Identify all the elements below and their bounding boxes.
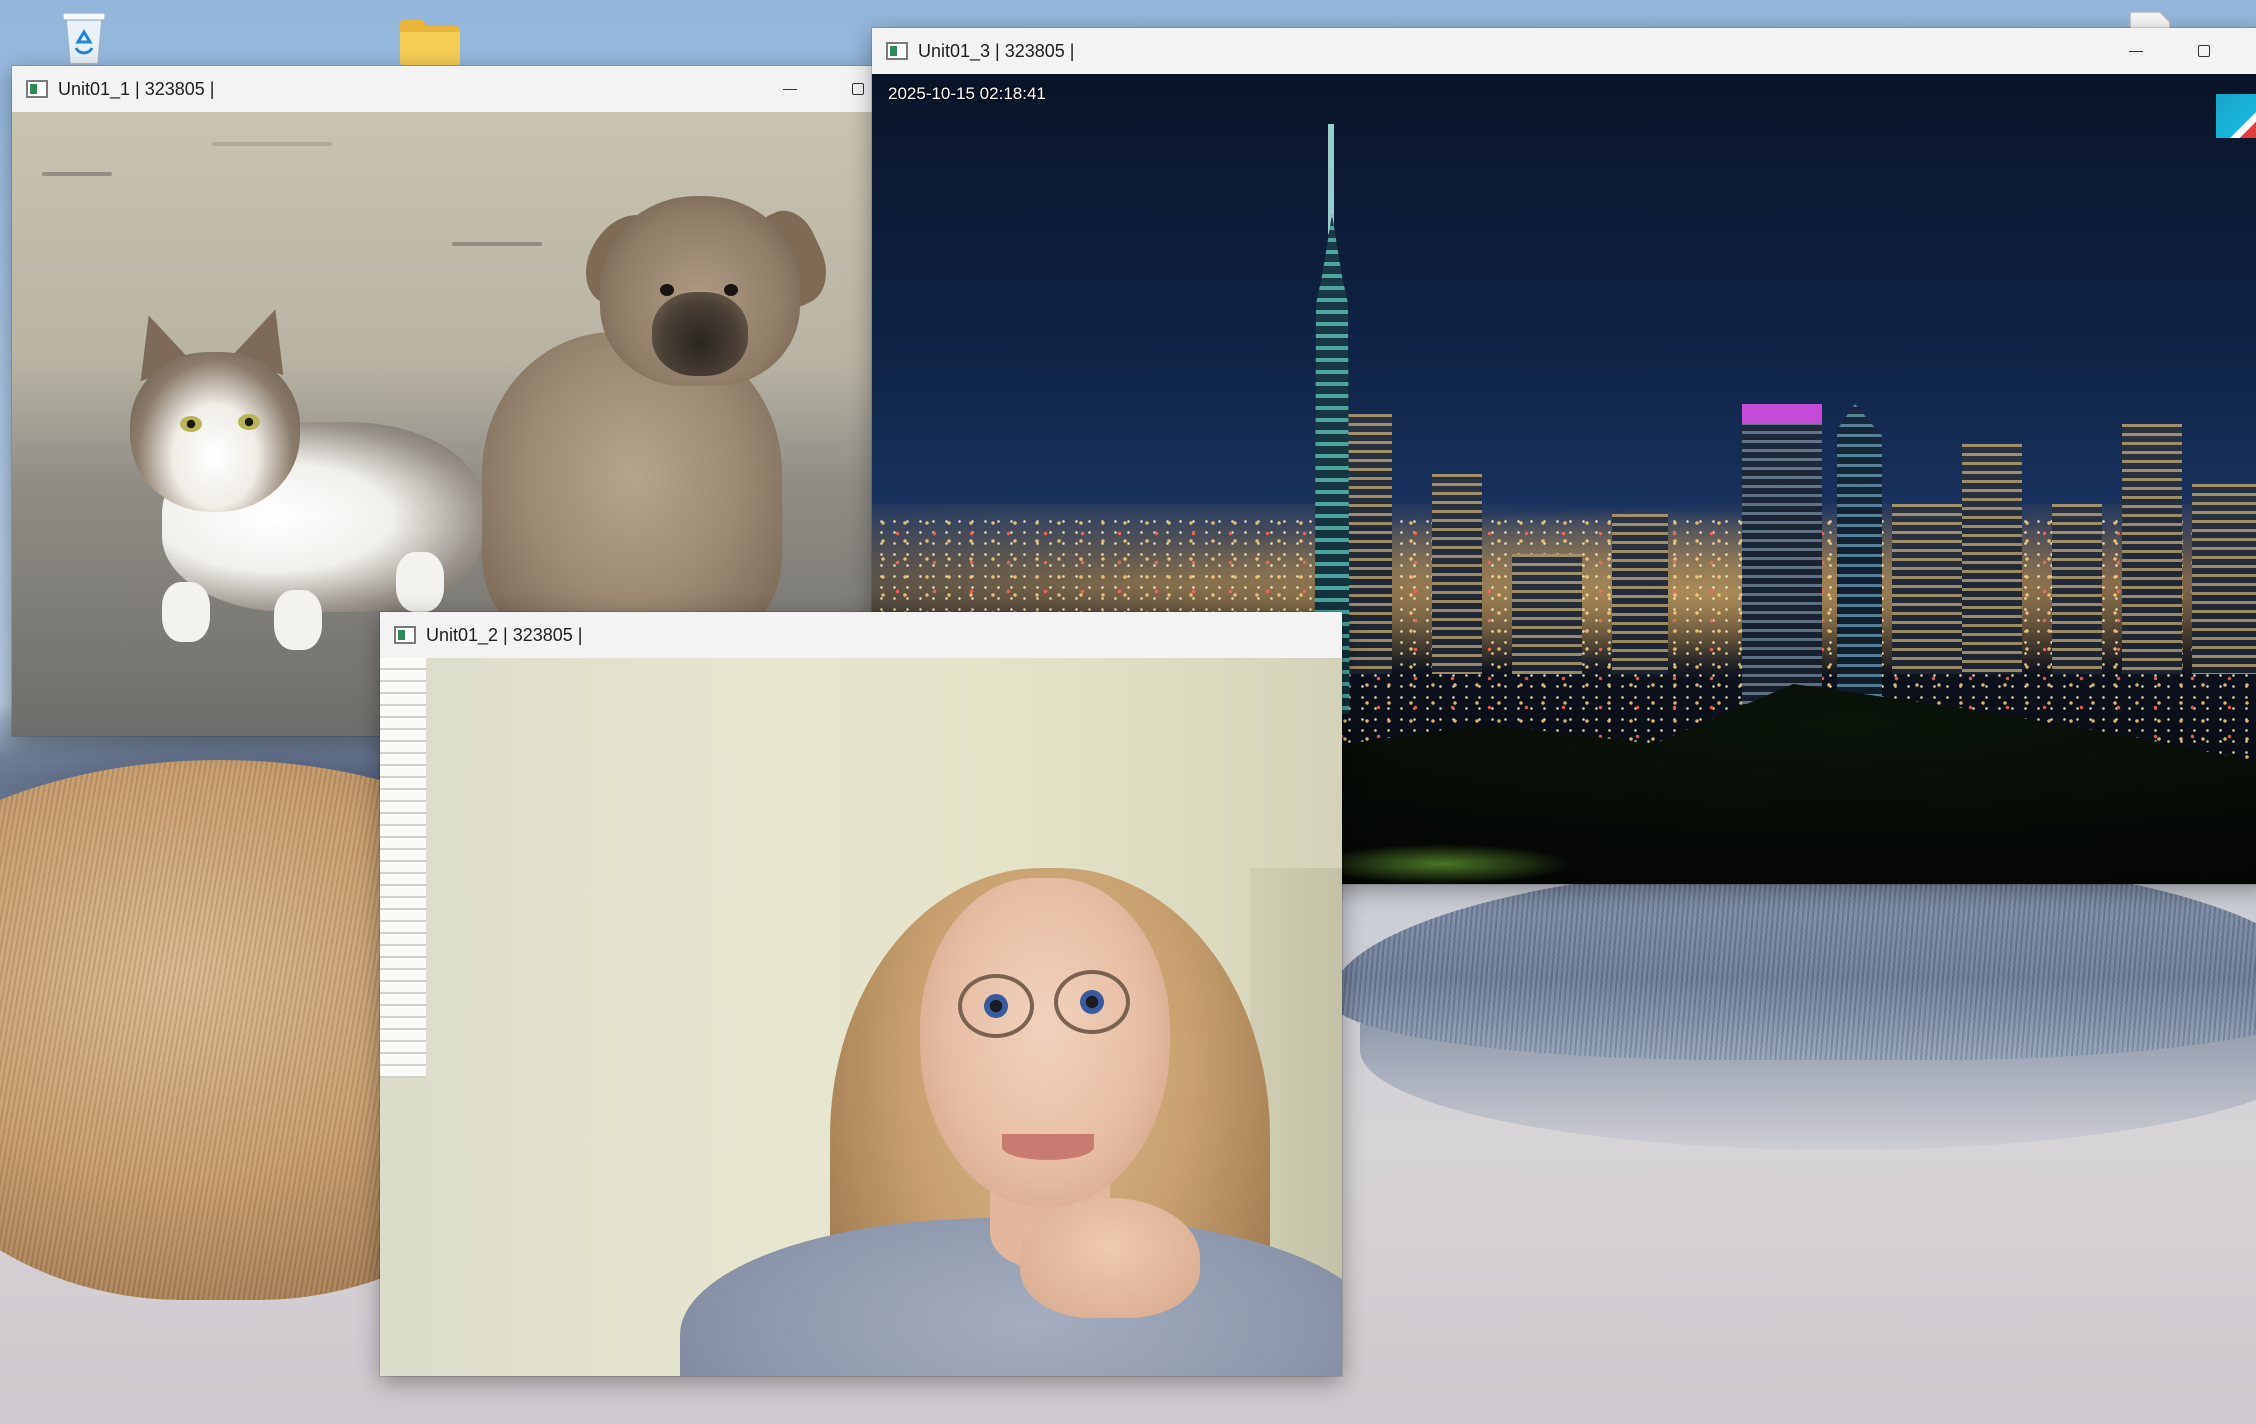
- titlebar[interactable]: Unit01_1 | 323805 |: [12, 66, 892, 112]
- dog-eye: [724, 284, 738, 296]
- building: [2122, 424, 2182, 674]
- tower-purple-crown: [1742, 404, 1822, 734]
- opencv-window-icon: [886, 42, 908, 60]
- channel-logo-icon: [2216, 94, 2256, 138]
- opencv-window-icon: [394, 626, 416, 644]
- cat-paw: [396, 552, 444, 612]
- window-title: Unit01_2 | 323805 |: [426, 624, 583, 645]
- opencv-window-icon: [26, 80, 48, 98]
- recycle-bin-icon[interactable]: [58, 8, 110, 66]
- building: [1432, 474, 1482, 674]
- window-blind: [380, 658, 426, 1078]
- cat-head: [130, 352, 300, 512]
- cat-eye: [238, 414, 260, 430]
- minimize-button[interactable]: [2102, 28, 2170, 74]
- minimize-button[interactable]: [756, 66, 824, 112]
- building: [2052, 504, 2102, 674]
- window-unit01-2[interactable]: Unit01_2 | 323805 |: [380, 612, 1342, 1376]
- cat-paw: [274, 590, 322, 650]
- building: [1962, 444, 2022, 674]
- window-title: Unit01_1 | 323805 |: [58, 78, 215, 99]
- titlebar[interactable]: Unit01_2 | 323805 |: [380, 612, 1342, 658]
- desktop: Unit01_1 | 323805 | Unit01_3 | 323805 | …: [0, 0, 2256, 1424]
- foreground-glow: [1312, 844, 1572, 884]
- building: [1892, 504, 1962, 674]
- dog-eye: [660, 284, 674, 296]
- building: [1512, 554, 1582, 674]
- person-eye-left: [984, 994, 1008, 1018]
- titlebar[interactable]: Unit01_3 | 323805 |: [872, 28, 2256, 74]
- image-canvas-webcam[interactable]: [380, 658, 1342, 1376]
- stream-timestamp: 2025-10-15 02:18:41: [888, 84, 1046, 103]
- cat-paw: [162, 582, 210, 642]
- maximize-icon: [852, 83, 864, 95]
- person-eye-right: [1080, 990, 1104, 1014]
- minimize-icon: [2129, 50, 2143, 52]
- building: [1612, 514, 1668, 674]
- pavement-crack: [452, 242, 542, 246]
- cat-eye: [180, 416, 202, 432]
- taipei-101-spire: [1328, 124, 1334, 234]
- pavement-crack: [42, 172, 112, 176]
- building: [2192, 484, 2256, 674]
- dog-muzzle: [652, 292, 748, 376]
- folder-icon[interactable]: [398, 16, 462, 66]
- pavement-crack: [212, 142, 332, 146]
- maximize-button[interactable]: [2170, 28, 2238, 74]
- minimize-icon: [783, 88, 797, 90]
- person-hand: [1020, 1198, 1200, 1318]
- window-title: Unit01_3 | 323805 |: [918, 40, 1075, 61]
- person-mouth: [1002, 1134, 1094, 1160]
- maximize-icon: [2198, 45, 2210, 57]
- tower-slim: [1837, 404, 1882, 724]
